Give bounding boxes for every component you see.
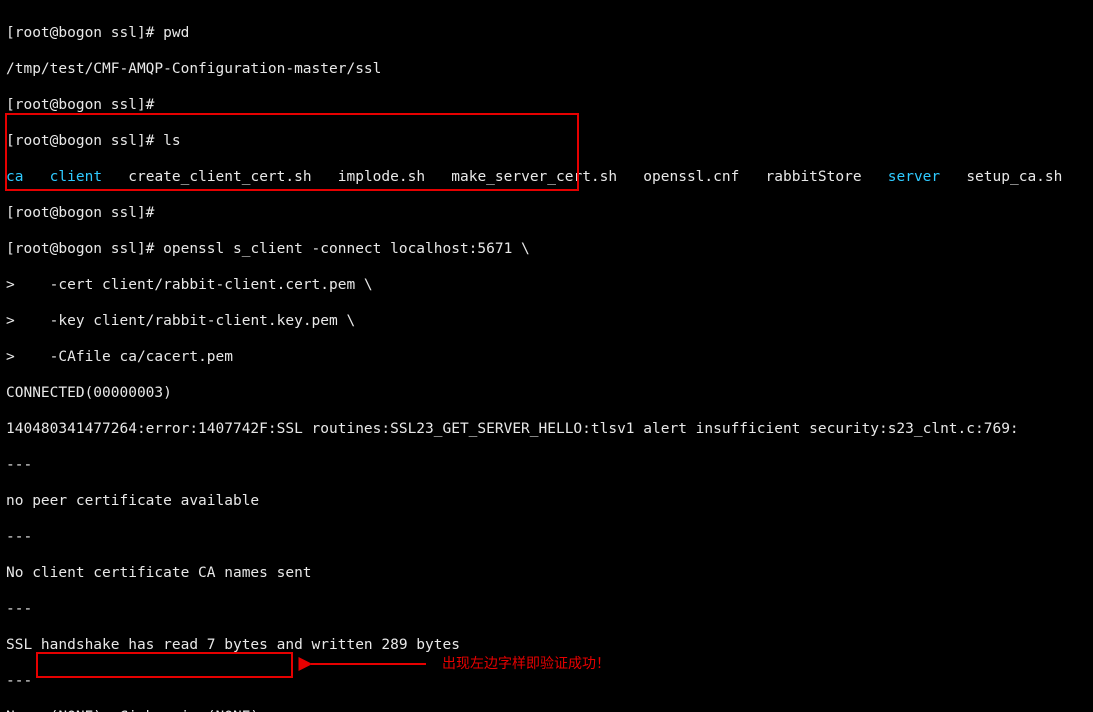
dir-client: client [50, 169, 102, 185]
annotation-text: 出现左边字样即验证成功！ [442, 654, 610, 672]
out-dashes: --- [6, 528, 1087, 546]
cont-line: > -key client/rabbit-client.key.pem \ [6, 312, 1087, 330]
out-dashes: --- [6, 600, 1087, 618]
prompt-line[interactable]: [root@bogon ssl]# [6, 96, 1087, 114]
out-no-peer: no peer certificate available [6, 492, 1087, 510]
terminal-output: [root@bogon ssl]# pwd /tmp/test/CMF-AMQP… [0, 0, 1093, 712]
ls-output: ca client create_client_cert.sh implode.… [6, 168, 1087, 186]
prompt: [root@bogon ssl]# [6, 25, 163, 41]
cont-line: > -cert client/rabbit-client.cert.pem \ [6, 276, 1087, 294]
prompt-line[interactable]: [root@bogon ssl]# openssl s_client -conn… [6, 240, 1087, 258]
out-handshake: SSL handshake has read 7 bytes and writt… [6, 636, 1087, 654]
cont-line: > -CAfile ca/cacert.pem [6, 348, 1087, 366]
out-no-client: No client certificate CA names sent [6, 564, 1087, 582]
prompt-line[interactable]: [root@bogon ssl]# pwd [6, 24, 1087, 42]
cmd-pwd: pwd [163, 25, 189, 41]
prompt-line[interactable]: [root@bogon ssl]# ls [6, 132, 1087, 150]
out-dashes: --- [6, 672, 1087, 690]
out-new: New, (NONE), Cipher is (NONE) [6, 708, 1087, 712]
out-connected: CONNECTED(00000003) [6, 384, 1087, 402]
dir-server: server [888, 169, 940, 185]
prompt-line[interactable]: [root@bogon ssl]# [6, 204, 1087, 222]
dir-ca: ca [6, 169, 23, 185]
pwd-output: /tmp/test/CMF-AMQP-Configuration-master/… [6, 60, 1087, 78]
out-dashes: --- [6, 456, 1087, 474]
out-error: 140480341477264:error:1407742F:SSL routi… [6, 420, 1087, 438]
cmd-openssl: openssl s_client -connect localhost:5671… [163, 241, 530, 257]
cmd-ls: ls [163, 133, 180, 149]
